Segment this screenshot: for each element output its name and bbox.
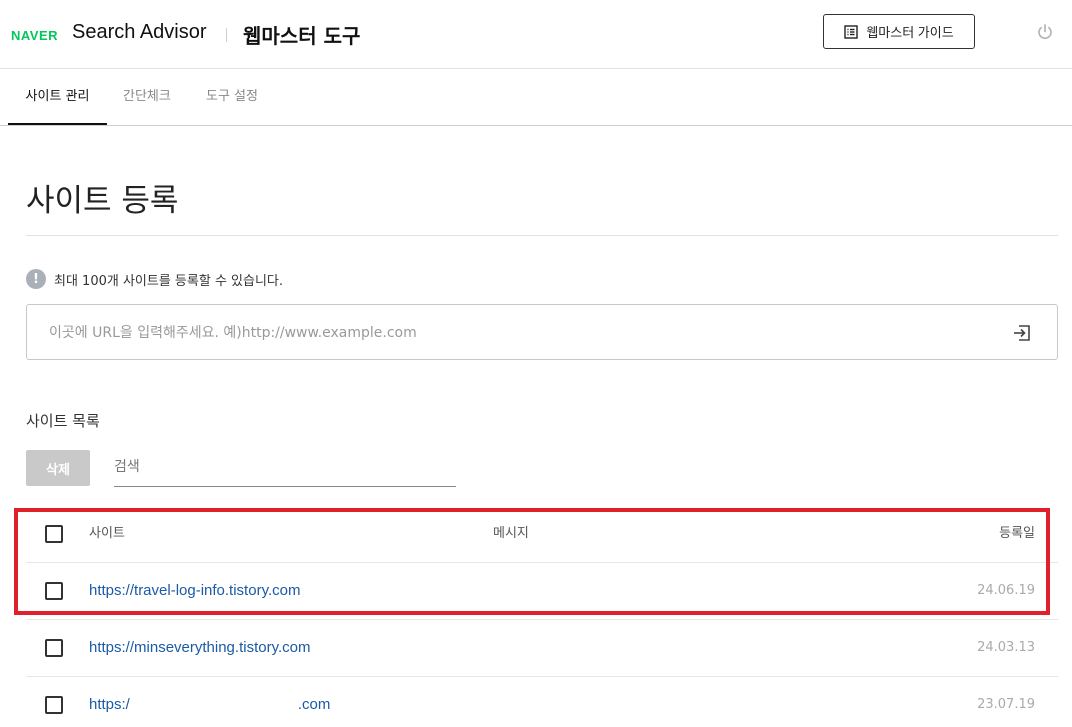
- registration-notice: ! 최대 100개 사이트를 등록할 수 있습니다.: [26, 269, 283, 289]
- page-title: 사이트 등록: [26, 183, 179, 219]
- registered-date: 23.07.19: [977, 697, 1035, 712]
- header-divider: [226, 28, 227, 42]
- site-link[interactable]: https://travel-log-info.tistory.com: [89, 582, 300, 599]
- site-cell: https://minseverything.tistory.com: [89, 620, 310, 676]
- select-all-checkbox[interactable]: [45, 525, 63, 543]
- site-cell: https:/ .com: [89, 677, 330, 727]
- main-tabs: 사이트 관리 간단체크 도구 설정: [0, 70, 1072, 126]
- row-checkbox[interactable]: [45, 582, 63, 600]
- site-link-suffix: .com: [297, 696, 331, 713]
- table-header-row: 사이트 메시지 등록일: [26, 506, 1058, 563]
- column-header-message: 메시지: [493, 526, 529, 541]
- site-cell: https://travel-log-info.tistory.com: [89, 563, 300, 619]
- site-list-title: 사이트 목록: [26, 412, 100, 430]
- row-checkbox[interactable]: [45, 639, 63, 657]
- table-row: https://minseverything.tistory.com 24.03…: [26, 620, 1058, 677]
- tab-simple-check[interactable]: 간단체크: [123, 70, 171, 125]
- site-link-prefix: https:/: [89, 696, 130, 713]
- enter-arrow-icon[interactable]: [1011, 322, 1033, 344]
- column-header-registered[interactable]: 등록일: [999, 506, 1035, 562]
- site-table: 사이트 메시지 등록일 https://travel-log-info.tist…: [26, 506, 1058, 727]
- url-input[interactable]: [49, 319, 989, 347]
- tab-tool-settings[interactable]: 도구 설정: [206, 70, 258, 125]
- table-row: https://travel-log-info.tistory.com 24.0…: [26, 563, 1058, 620]
- title-divider: [26, 235, 1058, 236]
- column-header-site[interactable]: 사이트: [89, 506, 125, 562]
- registered-date: 24.03.13: [977, 640, 1035, 655]
- site-link[interactable]: https://minseverything.tistory.com: [89, 639, 310, 656]
- naver-logo[interactable]: NAVER: [11, 28, 58, 43]
- site-search-input[interactable]: [114, 450, 456, 487]
- webmaster-guide-button[interactable]: 웹마스터 가이드: [823, 14, 975, 49]
- app-name[interactable]: Search Advisor: [72, 21, 207, 44]
- notice-text: 최대 100개 사이트를 등록할 수 있습니다.: [54, 273, 284, 289]
- registered-date: 24.06.19: [977, 583, 1035, 598]
- document-list-icon: [844, 24, 859, 39]
- url-input-box: [26, 304, 1058, 360]
- table-row: https:/ .com 23.07.19: [26, 677, 1058, 727]
- site-link[interactable]: https:/ .com: [89, 696, 330, 713]
- redacted-text: [129, 698, 298, 713]
- info-icon: !: [26, 269, 46, 289]
- delete-button[interactable]: 삭제: [26, 450, 90, 486]
- tab-site-management[interactable]: 사이트 관리: [8, 70, 107, 125]
- tool-title: 웹마스터 도구: [243, 24, 361, 48]
- guide-button-label: 웹마스터 가이드: [866, 25, 954, 40]
- row-checkbox[interactable]: [45, 696, 63, 714]
- power-icon[interactable]: [1036, 23, 1054, 41]
- top-header: NAVER Search Advisor 웹마스터 도구 웹마스터 가이드: [0, 0, 1072, 69]
